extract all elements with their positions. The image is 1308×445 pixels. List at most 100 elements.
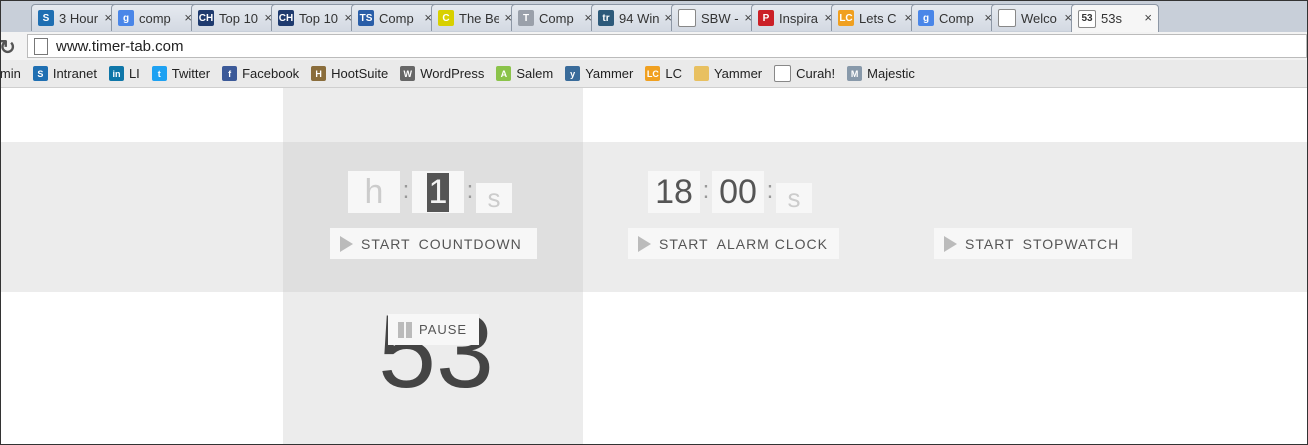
wordpress-icon: W: [400, 66, 416, 81]
bookmark-label: WordPress: [420, 66, 485, 81]
page-icon: [34, 37, 48, 55]
t-circle-icon: T: [518, 10, 534, 26]
yammer-icon: y: [565, 66, 581, 81]
tab-5[interactable]: C The Be ×: [431, 4, 519, 31]
bookmark-3[interactable]: t Twitter: [151, 66, 210, 81]
bookmark-5[interactable]: H HootSuite: [311, 66, 388, 81]
ts-icon: TS: [358, 10, 374, 26]
bookmark-2[interactable]: in LI: [108, 66, 140, 81]
separator: :: [702, 177, 710, 204]
bookmark-label: LI: [128, 66, 140, 81]
alarm-seconds-input[interactable]: s: [776, 183, 812, 213]
bookmark-label: Salem: [516, 66, 554, 81]
lc-icon: LC: [645, 66, 661, 81]
start-countdown-button[interactable]: START COUNTDOWN: [330, 228, 537, 259]
ch-icon: CH: [278, 10, 294, 26]
tab-3[interactable]: CH Top 10 ×: [271, 4, 359, 31]
twitter-icon: t: [151, 66, 167, 81]
tab-label: Top 10: [299, 10, 339, 26]
bookmark-7[interactable]: A Salem: [496, 66, 553, 81]
tab-1[interactable]: g comp ×: [111, 4, 199, 31]
lc-icon: LC: [838, 10, 854, 26]
google-icon: g: [918, 10, 934, 26]
bookmark-1[interactable]: S Intranet: [32, 66, 97, 81]
countdown-minutes-input[interactable]: 1: [412, 171, 464, 213]
separator: :: [466, 177, 474, 204]
url-text[interactable]: www.timer-tab.com: [56, 38, 184, 55]
bookmark-10[interactable]: Yammer: [693, 66, 763, 81]
browser-window: S3 Hour × g comp × CH Top 10 × CH Top 10 × TS Comp × C…: [0, 0, 1308, 445]
bookmark-label: Yammer: [713, 66, 763, 81]
tr-icon: tr: [598, 10, 614, 26]
tab-11[interactable]: g Comp ×: [911, 4, 999, 31]
bookmark-label: lmin: [0, 66, 21, 81]
bookmark-11[interactable]: Curah!: [774, 65, 835, 82]
linkedin-icon: in: [108, 66, 124, 81]
tab-label: Top 10: [219, 10, 259, 26]
bookmark-label: HootSuite: [331, 66, 389, 81]
pause-button[interactable]: PAUSE: [388, 314, 479, 345]
alarm-inputs: 18 : 00 : s: [648, 171, 812, 213]
pinterest-icon: P: [758, 10, 774, 26]
tab-label: Comp: [939, 10, 974, 26]
timer-icon: 53: [1078, 9, 1096, 28]
play-icon: [340, 235, 353, 252]
reload-icon[interactable]: ↻: [1, 35, 16, 60]
tab-8[interactable]: SBW - ×: [671, 4, 759, 31]
tab-label: Comp: [379, 10, 414, 26]
pause-icon: [398, 321, 414, 338]
android-icon: A: [496, 66, 512, 81]
tab-0[interactable]: S3 Hour ×: [31, 4, 119, 31]
bookmark-8[interactable]: y Yammer: [565, 66, 633, 81]
tab-label: comp: [139, 10, 171, 26]
page-icon: [678, 9, 696, 27]
separator: :: [402, 177, 410, 204]
alarm-hours-input[interactable]: 18: [648, 171, 700, 213]
tab-2[interactable]: CH Top 10 ×: [191, 4, 279, 31]
tab-label: Lets C: [859, 10, 897, 26]
majestic-icon: M: [847, 66, 863, 81]
tab-label: 94 Win: [619, 10, 659, 26]
tab-13[interactable]: 53 53s ×: [1071, 4, 1159, 32]
tab-9[interactable]: P Inspira ×: [751, 4, 839, 31]
tab-12[interactable]: Welco ×: [991, 4, 1079, 31]
start-alarm-button[interactable]: START ALARM CLOCK: [628, 228, 839, 259]
countdown-seconds-input[interactable]: s: [476, 183, 512, 213]
facebook-icon: f: [222, 66, 238, 81]
tab-7[interactable]: tr 94 Win ×: [591, 4, 679, 31]
tab-label: 3 Hour: [59, 10, 99, 26]
tab-10[interactable]: LC Lets C ×: [831, 4, 919, 31]
bookmark-label: LC: [665, 66, 682, 81]
bookmark-9[interactable]: LC LC: [645, 66, 682, 81]
bookmark-label: Curah!: [796, 66, 836, 81]
bookmark-label: Facebook: [242, 66, 300, 81]
play-icon: [944, 235, 957, 252]
tab-label: SBW -: [701, 10, 739, 26]
close-icon[interactable]: ×: [1144, 10, 1152, 25]
timer-tab-page: h : 1 : s START COUNTDOWN 18 : 00 : s ST…: [1, 88, 1307, 444]
bookmark-12[interactable]: M Majestic: [847, 66, 915, 81]
tab-strip: S3 Hour × g comp × CH Top 10 × CH Top 10 × TS Comp × C…: [1, 1, 1307, 33]
tab-label: Inspira: [779, 10, 819, 26]
c-icon: C: [438, 10, 454, 26]
ch-icon: CH: [198, 10, 214, 26]
page-icon: [998, 9, 1016, 27]
tab-6[interactable]: T Comp ×: [511, 4, 599, 31]
countdown-active-band: [283, 142, 583, 292]
sharepoint-icon: S: [38, 10, 54, 26]
countdown-inputs: h : 1 : s: [348, 171, 512, 213]
google-icon: g: [118, 10, 134, 26]
countdown-hours-input[interactable]: h: [348, 171, 400, 213]
bookmark-label: Yammer: [585, 66, 634, 81]
tab-label: Comp: [539, 10, 574, 26]
tab-4[interactable]: TS Comp ×: [351, 4, 439, 31]
bookmark-0[interactable]: lmin: [0, 66, 21, 81]
play-icon: [638, 235, 651, 252]
start-stopwatch-button[interactable]: START STOPWATCH: [934, 228, 1132, 259]
alarm-minutes-input[interactable]: 00: [712, 171, 764, 213]
bookmark-4[interactable]: f Facebook: [222, 66, 299, 81]
bookmark-6[interactable]: W WordPress: [400, 66, 484, 81]
sharepoint-icon: S: [32, 66, 48, 81]
tab-label: Welco: [1021, 10, 1057, 26]
omnibox[interactable]: www.timer-tab.com: [27, 34, 1307, 58]
